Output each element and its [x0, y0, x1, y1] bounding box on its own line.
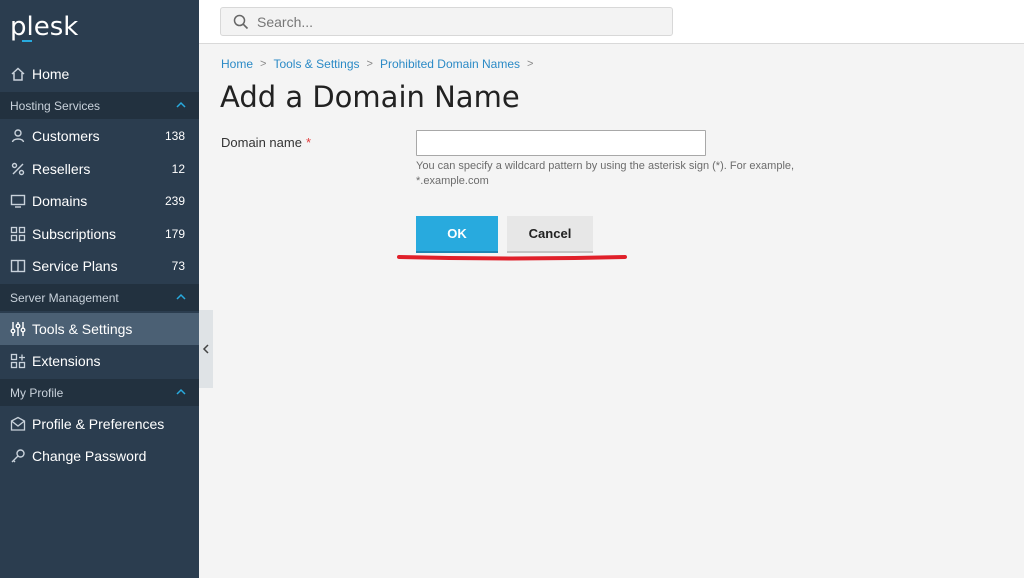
monitor-icon: [10, 193, 26, 209]
page-title: Add a Domain Name: [220, 80, 520, 114]
sidebar-item-label: Customers: [32, 128, 100, 144]
search-box[interactable]: [220, 7, 673, 36]
plesk-logo[interactable]: plesk: [10, 12, 78, 42]
percent-icon: [10, 161, 26, 177]
section-label: Hosting Services: [10, 98, 101, 113]
section-label: My Profile: [10, 385, 64, 400]
grid-icon: [10, 226, 26, 242]
item-count: 73: [171, 259, 185, 273]
sidebar-item-resellers[interactable]: Resellers 12: [0, 153, 199, 185]
user-icon: [10, 128, 26, 144]
sidebar-item-label: Tools & Settings: [32, 321, 133, 337]
section-label: Server Management: [10, 290, 119, 305]
sidebar-item-domains[interactable]: Domains 239: [0, 185, 199, 217]
chevron-up-icon: [176, 101, 186, 108]
sidebar-item-label: Service Plans: [32, 258, 118, 274]
book-icon: [10, 258, 26, 274]
domain-name-input[interactable]: [416, 130, 706, 156]
chevron-right-icon: >: [260, 58, 267, 70]
section-server-management[interactable]: Server Management: [0, 284, 199, 311]
item-count: 179: [164, 227, 185, 241]
section-hosting-services[interactable]: Hosting Services: [0, 92, 199, 119]
sidebar-item-label: Profile & Preferences: [32, 416, 165, 432]
sidebar-item-label: Extensions: [32, 353, 101, 369]
breadcrumb-home[interactable]: Home: [221, 57, 253, 71]
domain-name-hint: You can specify a wildcard pattern by us…: [416, 160, 795, 187]
cancel-button[interactable]: Cancel: [507, 216, 593, 251]
sidebar-collapse-toggle[interactable]: [199, 310, 213, 388]
ok-button[interactable]: OK: [416, 216, 498, 251]
sidebar: plesk Home Hosting Services Customers 13…: [0, 0, 199, 578]
chevron-left-icon: [202, 344, 209, 354]
breadcrumb-prohibited-domain-names[interactable]: Prohibited Domain Names: [380, 57, 520, 71]
required-mark: *: [305, 135, 311, 150]
sidebar-item-service-plans[interactable]: Service Plans 73: [0, 250, 199, 282]
sidebar-item-extensions[interactable]: Extensions: [0, 345, 199, 377]
section-my-profile[interactable]: My Profile: [0, 379, 199, 406]
chevron-up-icon: [176, 388, 186, 395]
sidebar-item-label: Home: [32, 66, 70, 82]
sidebar-item-label: Change Password: [32, 448, 147, 464]
sliders-icon: [10, 321, 26, 337]
item-count: 138: [164, 129, 185, 143]
chevron-right-icon: >: [527, 58, 534, 70]
sidebar-item-home[interactable]: Home: [0, 58, 199, 90]
sidebar-item-profile-preferences[interactable]: Profile & Preferences: [0, 408, 199, 440]
chevron-up-icon: [176, 293, 186, 300]
sidebar-item-change-password[interactable]: Change Password: [0, 440, 199, 472]
sidebar-item-label: Domains: [32, 193, 88, 209]
sidebar-item-label: Resellers: [32, 161, 91, 177]
domain-name-label: Domain name *: [221, 135, 311, 150]
search-icon: [233, 14, 249, 29]
sidebar-item-label: Subscriptions: [32, 226, 117, 242]
key-icon: [10, 448, 26, 464]
logo-accent: [22, 40, 32, 42]
item-count: 239: [164, 194, 185, 208]
breadcrumb: Home > Tools & Settings > Prohibited Dom…: [221, 57, 540, 71]
top-bar: [199, 0, 1024, 44]
search-input[interactable]: [257, 13, 657, 30]
sidebar-item-tools-settings[interactable]: Tools & Settings: [0, 313, 199, 345]
home-icon: [10, 66, 26, 82]
breadcrumb-tools-settings[interactable]: Tools & Settings: [273, 57, 359, 71]
sidebar-item-customers[interactable]: Customers 138: [0, 120, 199, 152]
sidebar-item-subscriptions[interactable]: Subscriptions 179: [0, 218, 199, 250]
profile-icon: [10, 416, 26, 432]
domain-name-label-text: Domain name: [221, 135, 302, 150]
red-underline-annotation: [397, 255, 627, 261]
chevron-right-icon: >: [366, 58, 373, 70]
item-count: 12: [171, 162, 185, 176]
extensions-icon: [10, 353, 26, 369]
